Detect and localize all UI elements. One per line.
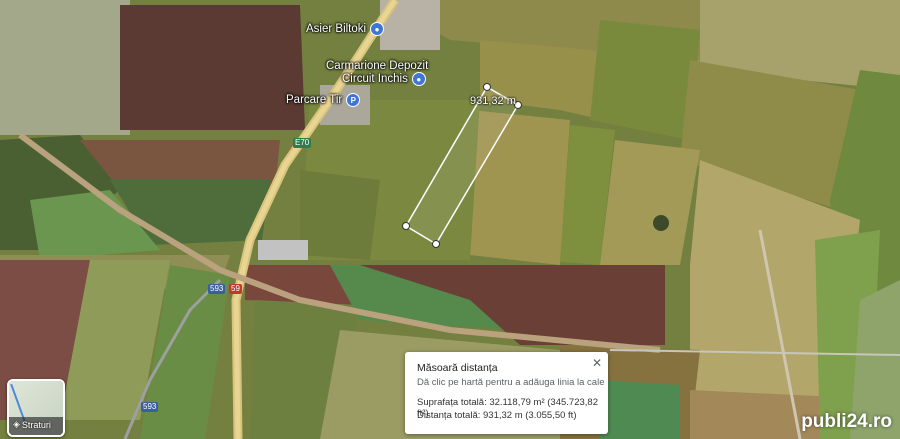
poi-parcare-tir[interactable]: Parcare Tir P — [286, 93, 361, 107]
satellite-map[interactable]: Asier Biltoki ● Carmarione Depozit Circu… — [0, 0, 900, 439]
poi-carmarione-depozit[interactable]: Carmarione Depozit Circuit Inchis ● — [326, 60, 428, 86]
road-shield-593: 593 — [208, 284, 226, 294]
measure-distance-panel: Măsoară distanța ✕ Dă clic pe hartă pent… — [405, 352, 608, 434]
poi-label: Carmarione Depozit — [326, 60, 429, 72]
measure-vertex[interactable] — [432, 240, 440, 248]
measure-distance-label: 931,32 m — [470, 95, 516, 107]
poi-label: Parcare Tir — [286, 94, 343, 106]
pin-icon: ● — [411, 72, 426, 86]
poi-label-line2: Circuit Inchis — [342, 73, 408, 85]
poi-label: Asier Biltoki — [306, 23, 367, 35]
layers-icon: ◈ — [13, 419, 20, 429]
panel-title: Măsoară distanța — [417, 362, 498, 374]
parking-icon: P — [346, 93, 361, 107]
measure-vertex[interactable] — [402, 222, 410, 230]
pin-icon: ● — [370, 22, 385, 36]
road-shield-593: 593 — [141, 402, 159, 412]
panel-hint: Dă clic pe hartă pentru a adăuga linia l… — [417, 377, 605, 388]
close-icon[interactable]: ✕ — [592, 356, 602, 370]
measure-vertex[interactable] — [483, 83, 491, 91]
road-shield-59: 59 — [229, 284, 242, 294]
total-distance: Distanța totală: 931,32 m (3.055,50 ft) — [417, 410, 577, 421]
watermark-logo: publi24.ro — [801, 411, 892, 432]
layers-button[interactable]: ◈ Straturi — [7, 379, 65, 437]
layers-label: Straturi — [21, 419, 51, 430]
poi-asier-biltoki[interactable]: Asier Biltoki ● — [306, 22, 385, 36]
road-shield-e70: E70 — [293, 138, 312, 148]
